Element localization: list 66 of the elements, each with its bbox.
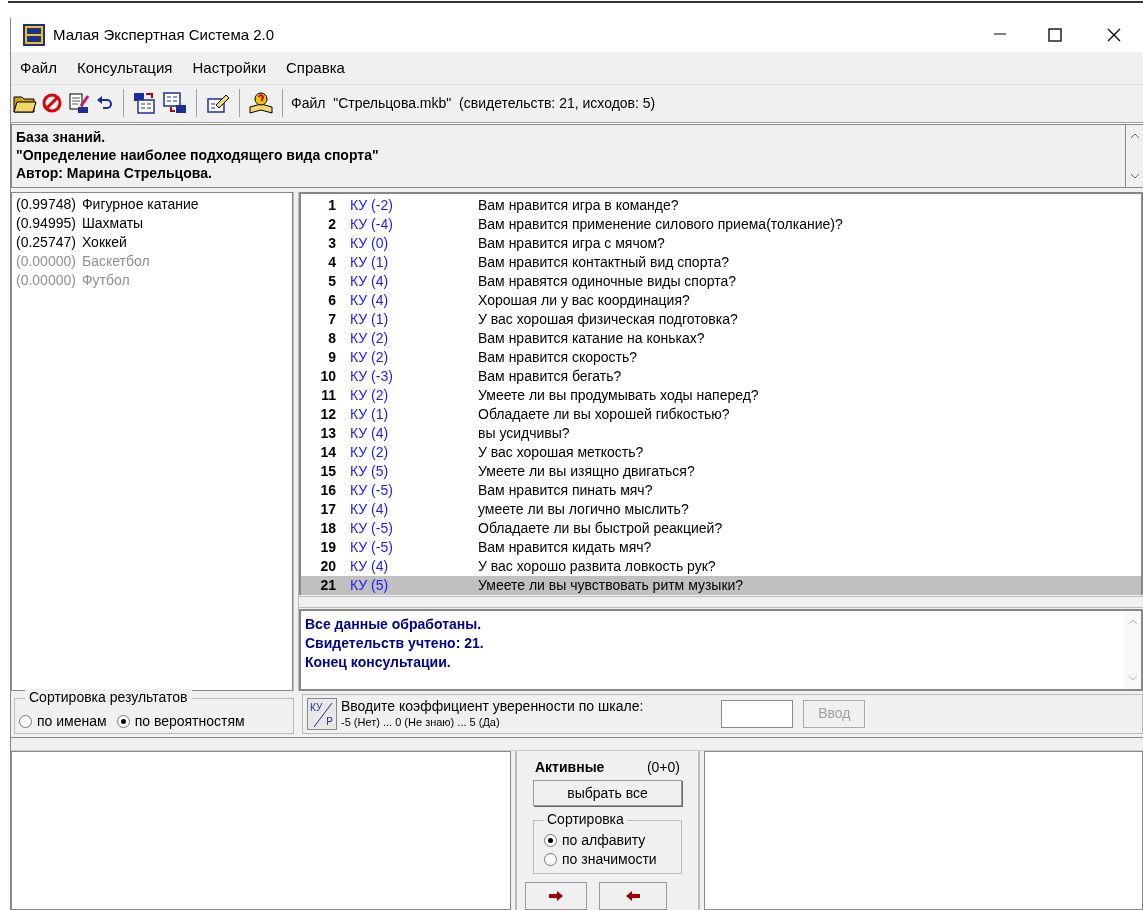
file-status-text: Файл "Стрельцова.mkb" (свидетельств: 21, исходов: 5) xyxy=(291,93,656,113)
result-item[interactable]: (0.25747) Хоккей xyxy=(16,232,292,252)
group-label: Сортировка xyxy=(544,811,627,827)
radio-option[interactable]: по вероятностям xyxy=(116,710,245,732)
question-row[interactable]: 18 КУ (-5) Обладаете ли вы быстрой реакцией? xyxy=(301,518,1141,538)
menu-item[interactable]: Настройки xyxy=(185,56,274,80)
question-row[interactable]: 9 КУ (2) Вам нравится скорость? xyxy=(301,347,1141,367)
radio-button[interactable] xyxy=(116,714,130,728)
app-icon xyxy=(23,23,45,46)
move-left-button[interactable] xyxy=(599,882,667,910)
radio-button[interactable] xyxy=(544,834,557,847)
message-text: Конец консультации. xyxy=(305,652,452,672)
message-text: Свидетельств учтено: 21. xyxy=(305,633,485,653)
right-arrow-icon xyxy=(549,891,563,901)
question-row[interactable]: 20 КУ (4) У вас хорошо развита ловкость рук? xyxy=(301,556,1141,576)
select-all-button[interactable]: выбрать все xyxy=(533,780,682,806)
question-row[interactable]: 4 КУ (1) Вам нравится контактный вид спорта? xyxy=(301,252,1141,272)
count-text: (0+0) xyxy=(646,758,680,777)
question-row[interactable]: 14 КУ (2) У вас хорошая меткость? xyxy=(301,442,1141,462)
ku-badge: КУ Р xyxy=(307,697,337,730)
result-item[interactable]: (0.94995) Шахматы xyxy=(16,213,292,233)
question-row[interactable]: 7 КУ (1) У вас хорошая физическая подготовка? xyxy=(301,309,1141,329)
selected-question-row[interactable]: 21 КУ (5) Умеете ли вы чувствовать ритм музыки? xyxy=(301,575,1141,595)
question-row[interactable]: 19 КУ (-5) Вам нравится кидать мяч? xyxy=(301,537,1141,557)
scrollbar[interactable] xyxy=(1126,123,1143,188)
question-row[interactable]: 3 КУ (0) Вам нравится игра с мячом? xyxy=(301,233,1141,253)
info-text: "Определение наиболее подходящего вида спорта" xyxy=(16,145,380,164)
question-row[interactable]: 5 КУ (4) Вам нравятся одиночные виды спорта? xyxy=(301,271,1141,291)
move-right-button[interactable] xyxy=(525,882,587,910)
maximize-icon[interactable] xyxy=(1048,27,1062,42)
menu-item[interactable]: Файл xyxy=(13,56,64,80)
radio-option[interactable]: по именам xyxy=(19,710,107,732)
table-export-icon[interactable] xyxy=(132,91,158,116)
question-row[interactable]: 16 КУ (-5) Вам нравится пинать мяч? xyxy=(301,480,1141,500)
question-row[interactable]: 2 КУ (-4) Вам нравится применение силового приема(толкание)? xyxy=(301,214,1141,234)
scroll-down-icon[interactable] xyxy=(1129,172,1140,179)
question-row[interactable]: 1 КУ (-2) Вам нравится игра в команде? xyxy=(301,195,1141,215)
question-row[interactable]: 12 КУ (1) Обладаете ли вы хорошей гибкостью? xyxy=(301,404,1141,424)
close-icon[interactable] xyxy=(1107,27,1121,42)
question-row[interactable]: 8 КУ (2) Вам нравится катание на коньках? xyxy=(301,328,1141,348)
radio-button[interactable] xyxy=(544,853,557,866)
question-row[interactable]: 6 КУ (4) Хорошая ли у вас координация? xyxy=(301,290,1141,310)
result-item[interactable]: (0.99748) Фигурное катание xyxy=(16,194,292,214)
stop-icon[interactable] xyxy=(41,92,63,115)
window-title: Малая Экспертная Система 2.0 xyxy=(53,24,275,45)
radio-option[interactable]: по значимости xyxy=(544,850,657,869)
radio-button[interactable] xyxy=(19,714,32,728)
prompt-text: Вводите коэффициент уверенности по шкале: xyxy=(341,697,644,714)
radio-option[interactable]: по алфавиту xyxy=(544,831,657,850)
info-text: База знаний. xyxy=(16,127,107,146)
question-row[interactable]: 15 КУ (5) Умеете ли вы изящно двигаться? xyxy=(301,461,1141,481)
menu-item[interactable]: Консультация xyxy=(69,56,180,80)
menu-item[interactable]: Справка xyxy=(279,56,352,80)
scroll-up-icon[interactable] xyxy=(1129,132,1140,139)
input-field[interactable] xyxy=(721,699,794,728)
document-edit-icon[interactable] xyxy=(67,92,91,115)
table-import-icon[interactable] xyxy=(162,91,188,116)
panel-title: Активные xyxy=(535,758,605,777)
question-row[interactable]: 17 КУ (4) умеете ли вы логично мыслить? xyxy=(301,499,1141,519)
scale-text: -5 (Нет) ... 0 (Не знаю) ... 5 (Да) xyxy=(341,714,501,730)
left-arrow-icon xyxy=(626,891,640,901)
question-row[interactable]: 11 КУ (2) Умеете ли вы продумывать ходы наперед? xyxy=(301,385,1141,405)
question-row[interactable]: 13 КУ (4) вы усидчивы? xyxy=(301,423,1141,443)
question-row[interactable]: 10 КУ (-3) Вам нравится бегать? xyxy=(301,366,1141,386)
message-text: Все данные обработаны. xyxy=(305,614,483,634)
info-text: Автор: Марина Стрельцова. xyxy=(16,163,213,182)
